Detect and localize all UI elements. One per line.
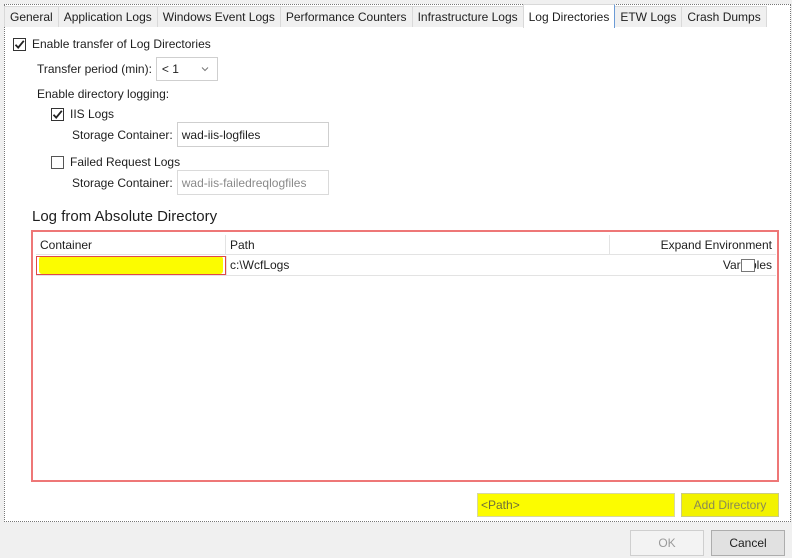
checkmark-icon bbox=[52, 109, 63, 119]
enable-transfer-row: Enable transfer of Log Directories bbox=[13, 37, 211, 51]
column-header-path[interactable]: Path bbox=[226, 235, 610, 255]
transfer-period-row: Transfer period (min): < 1 bbox=[37, 57, 218, 81]
log-directories-panel: Enable transfer of Log Directories Trans… bbox=[4, 27, 791, 522]
path-input[interactable]: <Path> bbox=[477, 493, 675, 517]
failed-request-logs-row: Failed Request Logs bbox=[51, 155, 180, 169]
tab-windows-event-logs[interactable]: Windows Event Logs bbox=[156, 6, 281, 28]
container-cell[interactable] bbox=[36, 256, 226, 275]
iis-logs-row: IIS Logs bbox=[51, 107, 114, 121]
add-directory-button[interactable]: Add Directory bbox=[681, 493, 779, 517]
iis-storage-row: Storage Container: wad-iis-logfiles bbox=[72, 122, 329, 147]
iis-logs-checkbox[interactable] bbox=[51, 107, 64, 121]
enable-transfer-label: Enable transfer of Log Directories bbox=[32, 37, 211, 51]
iis-storage-container-input[interactable]: wad-iis-logfiles bbox=[176, 122, 329, 147]
transfer-period-dropdown[interactable]: < 1 bbox=[155, 57, 218, 81]
expand-env-cell bbox=[610, 256, 776, 275]
tab-strip: General Application Logs Windows Event L… bbox=[4, 4, 767, 28]
iis-logs-label: IIS Logs bbox=[70, 107, 115, 121]
ok-button[interactable]: OK bbox=[630, 530, 704, 556]
tab-infrastructure-logs[interactable]: Infrastructure Logs bbox=[411, 6, 524, 28]
cancel-button[interactable]: Cancel bbox=[711, 530, 785, 556]
table-row[interactable]: c:\WcfLogs bbox=[36, 256, 776, 276]
tab-general[interactable]: General bbox=[4, 6, 59, 28]
chevron-down-icon bbox=[201, 67, 209, 72]
enable-directory-logging-row: Enable directory logging: bbox=[37, 87, 169, 101]
column-header-container[interactable]: Container bbox=[36, 235, 226, 255]
expand-env-checkbox[interactable] bbox=[741, 259, 755, 272]
failed-request-logs-label: Failed Request Logs bbox=[70, 155, 181, 169]
failed-request-storage-label: Storage Container: bbox=[72, 175, 173, 190]
diagnostics-configuration-dialog: General Application Logs Windows Event L… bbox=[0, 0, 792, 558]
transfer-period-value: < 1 bbox=[161, 62, 179, 76]
tab-etw-logs[interactable]: ETW Logs bbox=[614, 6, 683, 28]
path-cell[interactable]: c:\WcfLogs bbox=[226, 256, 610, 275]
tab-application-logs[interactable]: Application Logs bbox=[57, 6, 158, 28]
container-cell-editor[interactable] bbox=[36, 256, 226, 275]
tab-log-directories[interactable]: Log Directories bbox=[522, 4, 616, 28]
enable-transfer-checkbox[interactable] bbox=[13, 37, 26, 51]
absolute-directory-title: Log from Absolute Directory bbox=[32, 208, 218, 225]
absolute-directory-grid: Container Path Expand Environment Variab… bbox=[31, 230, 779, 482]
column-header-expand-env-vars[interactable]: Expand Environment Variables bbox=[610, 235, 776, 272]
failed-request-storage-row: Storage Container: wad-iis-failedreqlogf… bbox=[72, 170, 329, 195]
tab-performance-counters[interactable]: Performance Counters bbox=[279, 6, 413, 28]
failed-request-storage-container-input[interactable]: wad-iis-failedreqlogfiles bbox=[176, 170, 329, 195]
checkmark-icon bbox=[14, 39, 25, 49]
transfer-period-label: Transfer period (min): bbox=[37, 62, 152, 76]
failed-request-logs-checkbox[interactable] bbox=[51, 155, 64, 169]
iis-storage-label: Storage Container: bbox=[72, 127, 173, 142]
grid-header: Container Path Expand Environment Variab… bbox=[36, 235, 776, 272]
tab-crash-dumps[interactable]: Crash Dumps bbox=[681, 6, 767, 28]
enable-directory-logging-label: Enable directory logging: bbox=[37, 87, 170, 101]
